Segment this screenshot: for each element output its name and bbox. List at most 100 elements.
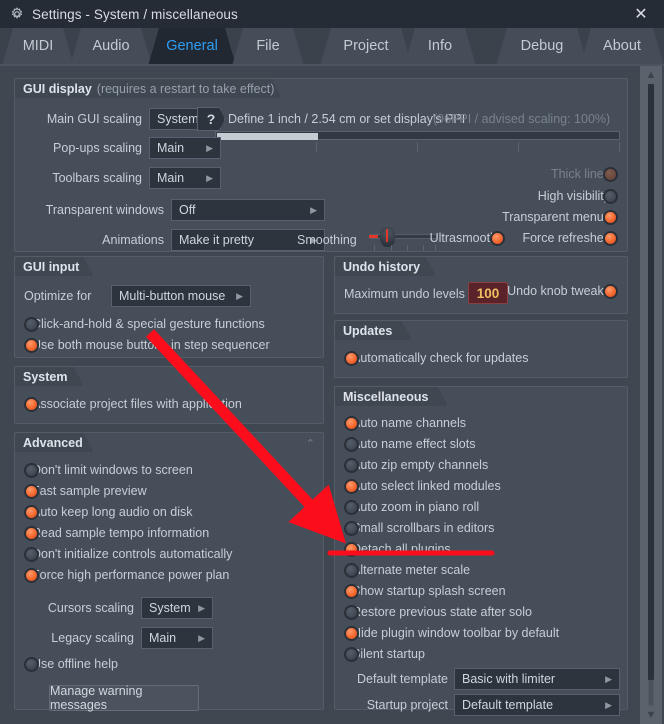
chevron-right-icon: ▶	[206, 142, 213, 153]
ppi-hint: Define 1 inch / 2.54 cm or set display's…	[228, 112, 466, 126]
fast-sample-preview-led[interactable]	[24, 483, 39, 499]
auto-zoom-piano-roll-label: Auto zoom in piano roll	[352, 500, 480, 514]
toggle-small-scrollbars[interactable]: Small scrollbars in editors	[344, 520, 495, 536]
group-gui-display-header: GUI display (requires a restart to take …	[14, 78, 282, 98]
toggle-undo-knob-tweaks[interactable]: Undo knob tweaks	[507, 283, 618, 299]
undo-knob-tweaks-led[interactable]	[603, 283, 618, 299]
restore-previous-state-led[interactable]	[344, 604, 359, 620]
legacy-scaling-dropdown[interactable]: Main ▶	[141, 627, 213, 649]
smoothing-slider[interactable]	[369, 225, 437, 251]
transparent-windows-dropdown[interactable]: Off ▶	[171, 199, 325, 221]
tab-info[interactable]: Info	[404, 28, 476, 66]
toggle-auto-name-channels[interactable]: Auto name channels	[344, 415, 466, 431]
toggle-force-refreshes[interactable]: Force refreshes	[522, 230, 618, 246]
toggle-auto-keep-long-audio[interactable]: Auto keep long audio on disk	[24, 504, 193, 520]
ppi-bar[interactable]	[215, 131, 620, 140]
toggle-restore-previous-state[interactable]: Restore previous state after solo	[344, 604, 532, 620]
show-startup-splash-led[interactable]	[344, 583, 359, 599]
optimize-for-dropdown[interactable]: Multi-button mouse ▶	[111, 285, 251, 307]
toggle-auto-zoom-piano-roll[interactable]: Auto zoom in piano roll	[344, 499, 480, 515]
force-high-performance-led[interactable]	[24, 567, 39, 583]
ppi-ruler-slider[interactable]	[215, 131, 620, 153]
toggle-alternate-meter-scale[interactable]: Alternate meter scale	[344, 562, 470, 578]
toolbars-scaling-label: Toolbars scaling	[52, 171, 142, 185]
both-mouse-buttons-led[interactable]	[24, 337, 39, 353]
smoothing-slider-handle[interactable]	[380, 227, 395, 247]
thick-lines-led[interactable]	[603, 166, 618, 182]
popups-scaling-dropdown[interactable]: Main ▶	[149, 137, 221, 159]
toggle-silent-startup[interactable]: Silent startup	[344, 646, 425, 662]
toggle-thick-lines[interactable]: Thick lines	[551, 166, 618, 182]
toggle-detach-all-plugins[interactable]: Detach all plugins	[344, 541, 451, 557]
small-scrollbars-label: Small scrollbars in editors	[352, 521, 495, 535]
auto-zip-empty-channels-led[interactable]	[344, 457, 359, 473]
toggle-auto-zip-empty-channels[interactable]: Auto zip empty channels	[344, 457, 488, 473]
close-icon[interactable]: ✕	[624, 0, 658, 28]
toggle-associate-project-files[interactable]: Associate project files with application	[24, 396, 242, 412]
default-template-label: Default template	[356, 672, 448, 686]
associate-project-files-led[interactable]	[24, 396, 39, 412]
use-offline-help-led[interactable]	[24, 656, 39, 672]
high-visibility-led[interactable]	[603, 188, 618, 204]
tab-file[interactable]: File	[232, 28, 304, 66]
toggle-dont-limit-windows[interactable]: Don't limit windows to screen	[24, 462, 193, 478]
tab-midi[interactable]: MIDI	[2, 28, 74, 66]
ultrasmooth-led[interactable]	[490, 230, 505, 246]
auto-select-linked-modules-led[interactable]	[344, 478, 359, 494]
toggle-high-visibility[interactable]: High visibility	[538, 188, 618, 204]
toggle-transparent-menus[interactable]: Transparent menus	[502, 209, 618, 225]
toggle-read-sample-tempo[interactable]: Read sample tempo information	[24, 525, 209, 541]
auto-name-channels-led[interactable]	[344, 415, 359, 431]
toggle-use-offline-help[interactable]: Use offline help	[24, 656, 118, 672]
click-and-hold-led[interactable]	[24, 316, 39, 332]
cursors-scaling-dropdown[interactable]: System ▶	[141, 597, 213, 619]
default-template-dropdown[interactable]: Basic with limiter ▶	[454, 668, 620, 690]
toolbars-scaling-dropdown[interactable]: Main ▶	[149, 167, 221, 189]
smoothing-label: Smoothing	[297, 233, 357, 247]
tab-general[interactable]: General	[148, 28, 236, 66]
detach-all-plugins-led[interactable]	[344, 541, 359, 557]
max-undo-levels-field[interactable]: 100	[468, 282, 508, 304]
main-gui-scaling-label: Main GUI scaling	[46, 112, 142, 126]
toggle-dont-initialize-controls[interactable]: Don't initialize controls automatically	[24, 546, 232, 562]
auto-zoom-piano-roll-led[interactable]	[344, 499, 359, 515]
toggle-hide-plugin-toolbar[interactable]: Hide plugin window toolbar by default	[344, 625, 559, 641]
tab-debug[interactable]: Debug	[496, 28, 588, 66]
tab-audio[interactable]: Audio	[70, 28, 152, 66]
title-bar: Settings - System / miscellaneous ✕	[0, 0, 664, 28]
toggle-auto-select-linked-modules[interactable]: Auto select linked modules	[344, 478, 501, 494]
auto-keep-long-audio-led[interactable]	[24, 504, 39, 520]
startup-project-dropdown[interactable]: Default template ▶	[454, 694, 620, 716]
toggle-fast-sample-preview[interactable]: Fast sample preview	[24, 483, 147, 499]
toggle-ultrasmooth[interactable]: Ultrasmooth	[430, 230, 505, 246]
tab-bar: MIDI Audio General File Project Info Deb…	[0, 28, 664, 66]
toggle-click-and-hold[interactable]: Click-and-hold & special gesture functio…	[24, 316, 265, 332]
toggle-show-startup-splash[interactable]: Show startup splash screen	[344, 583, 506, 599]
toggle-force-high-performance[interactable]: Force high performance power plan	[24, 567, 229, 583]
toggle-auto-name-effect-slots[interactable]: Auto name effect slots	[344, 436, 475, 452]
scroll-down-icon[interactable]: ▼	[640, 708, 662, 722]
scroll-up-icon[interactable]: ▲	[640, 68, 662, 82]
toggle-auto-check-updates[interactable]: Automatically check for updates	[344, 350, 528, 366]
collapse-chevron-icon[interactable]: ⌃	[306, 437, 315, 450]
silent-startup-led[interactable]	[344, 646, 359, 662]
read-sample-tempo-led[interactable]	[24, 525, 39, 541]
alternate-meter-scale-led[interactable]	[344, 562, 359, 578]
force-refreshes-led[interactable]	[603, 230, 618, 246]
group-miscellaneous-header: Miscellaneous	[334, 386, 448, 406]
detach-all-plugins-label: Detach all plugins	[352, 542, 451, 556]
transparent-menus-led[interactable]	[603, 209, 618, 225]
hide-plugin-toolbar-led[interactable]	[344, 625, 359, 641]
auto-check-updates-led[interactable]	[344, 350, 359, 366]
auto-name-effect-slots-led[interactable]	[344, 436, 359, 452]
scrollbar-thumb[interactable]	[648, 84, 654, 680]
tab-project[interactable]: Project	[320, 28, 412, 66]
window-title: Settings - System / miscellaneous	[32, 6, 238, 22]
manage-warning-messages-button[interactable]: Manage warning messages	[49, 684, 199, 712]
small-scrollbars-led[interactable]	[344, 520, 359, 536]
dont-limit-windows-led[interactable]	[24, 462, 39, 478]
tab-about[interactable]: About	[580, 28, 664, 66]
dont-initialize-controls-led[interactable]	[24, 546, 39, 562]
vertical-scrollbar[interactable]: ▲ ▼	[640, 66, 662, 724]
toggle-both-mouse-buttons[interactable]: Use both mouse buttons in step sequencer	[24, 337, 270, 353]
